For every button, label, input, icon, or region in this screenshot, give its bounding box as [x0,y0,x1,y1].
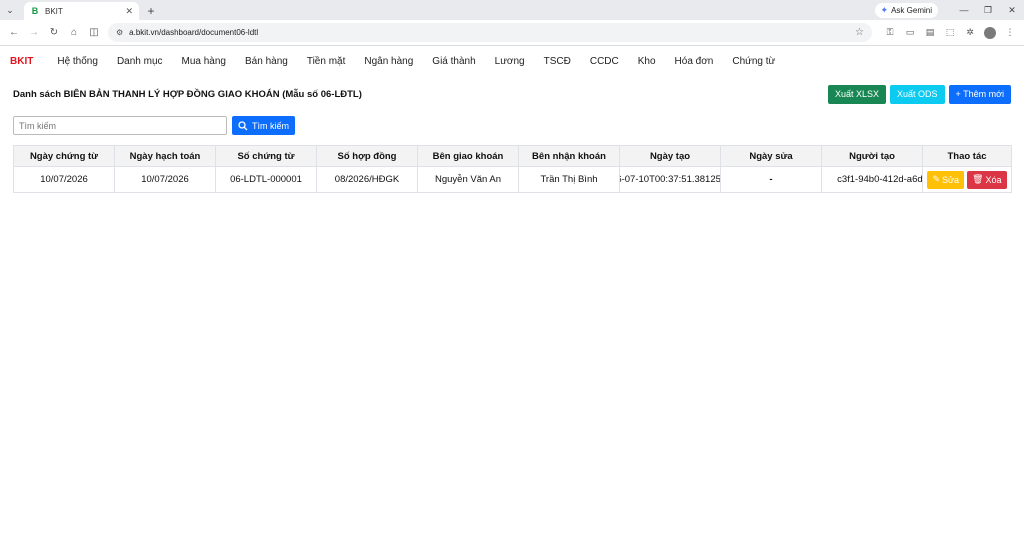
col-ngay-hach-toan[interactable]: Ngày hạch toán [114,145,216,167]
address-bar[interactable]: ⚙ a.bkit.vn/dashboard/document06-ldtl ☆ [108,23,872,42]
home-icon[interactable]: ⌂ [64,23,84,43]
col-ngay-sua[interactable]: Ngày sửa [720,145,822,167]
cell-so-chung-tu: 06-LDTL-000001 [215,166,317,193]
ask-gemini-button[interactable]: ✦ Ask Gemini [874,2,938,18]
table-row[interactable]: 10/07/2026 10/07/2026 06-LDTL-000001 08/… [13,166,1012,193]
export-xlsx-button[interactable]: Xuất XLSX [827,84,886,104]
nav-item-luong[interactable]: Lương [495,56,525,67]
browser-tabstrip: ⌄ B BKIT ✕ + ✦ Ask Gemini — ❐ ✕ [0,0,1024,20]
nav-item-chung-tu[interactable]: Chứng từ [732,56,775,67]
new-tab-icon[interactable]: + [142,2,160,20]
col-thao-tac: Thao tác [922,145,1012,167]
nav-item-he-thong[interactable]: Hệ thống [57,56,98,67]
search-button-label: Tìm kiếm [252,120,289,131]
url-text: a.bkit.vn/dashboard/document06-ldtl [129,28,259,37]
cell-ngay-sua: - [720,166,822,193]
site-info-icon[interactable]: ⚙ [116,28,123,37]
nav-item-kho[interactable]: Kho [638,56,656,67]
back-icon[interactable]: ← [4,23,24,43]
add-new-button[interactable]: + Thêm mới [948,84,1011,104]
card-icon[interactable]: ▭ [900,23,920,43]
trash-icon: 🗑 [972,174,984,184]
search-row: Tìm kiếm [0,116,1024,135]
cell-ngay-hach-toan: 10/07/2026 [114,166,216,193]
cell-ngay-chung-tu: 10/07/2026 [13,166,115,193]
col-so-hop-dong[interactable]: Số hợp đồng [316,145,418,167]
nav-item-hoa-don[interactable]: Hóa đơn [675,56,714,67]
menu-kebab-icon[interactable]: ⋮ [1000,23,1020,43]
col-ben-giao-khoan[interactable]: Bên giao khoán [417,145,519,167]
close-icon[interactable]: ✕ [125,6,133,17]
page-header: Danh sách BIÊN BẢN THANH LÝ HỢP ĐỒNG GIA… [0,84,1024,104]
export-ods-button[interactable]: Xuất ODS [889,84,945,104]
delete-button[interactable]: 🗑 Xóa [967,170,1007,189]
documents-table: Ngày chứng từ Ngày hạch toán Số chứng từ… [13,145,1012,193]
nav-item-tien-mat[interactable]: Tiền mặt [307,56,346,67]
cell-nguoi-tao: c3f1-94b0-412d-a6d7-0b1af [821,166,923,193]
pencil-icon: ✎ [932,174,941,184]
browser-toolbar: ← → ↻ ⌂ ◫ ⚙ a.bkit.vn/dashboard/document… [0,20,1024,46]
search-button[interactable]: Tìm kiếm [232,116,295,135]
split-view-icon[interactable]: ◫ [84,23,104,43]
page-title: Danh sách BIÊN BẢN THANH LÝ HỢP ĐỒNG GIA… [13,88,362,100]
cell-so-hop-dong: 08/2026/HĐGK [316,166,418,193]
search-icon [238,120,248,130]
nav-item-mua-hang[interactable]: Mua hàng [182,56,226,67]
nav-item-ban-hang[interactable]: Bán hàng [245,56,288,67]
col-ben-nhan-khoan[interactable]: Bên nhận khoán [518,145,620,167]
cell-thao-tac: ✎ Sửa 🗑 Xóa [922,166,1012,193]
col-ngay-tao[interactable]: Ngày tạo [619,145,721,167]
col-nguoi-tao[interactable]: Người tạo [821,145,923,167]
window-close-icon[interactable]: ✕ [1000,5,1024,16]
profile-avatar[interactable] [980,23,1000,43]
col-so-chung-tu[interactable]: Số chứng từ [215,145,317,167]
brand-logo[interactable]: BKIT [10,56,33,67]
nav-item-ngan-hang[interactable]: Ngân hàng [364,56,413,67]
nav-item-tscd[interactable]: TSCĐ [544,56,571,67]
ngay-tao-text: 2026-07-10T00:37:51.381252+07:00 [621,174,721,185]
col-ngay-chung-tu[interactable]: Ngày chứng từ [13,145,115,167]
password-key-icon[interactable]: ⚿ [880,23,900,43]
search-input[interactable] [13,116,227,135]
row-actions: ✎ Sửa 🗑 Xóa [924,170,1011,189]
nguoi-tao-text: c3f1-94b0-412d-a6d7-0b1af [837,174,923,185]
cell-ben-giao-khoan: Nguyễn Văn An [417,166,519,193]
nav-item-gia-thanh[interactable]: Giá thành [432,56,475,67]
tab-title: BKIT [45,6,63,16]
edit-button[interactable]: ✎ Sửa [927,170,965,189]
reading-mode-icon[interactable]: ▤ [920,23,940,43]
table-container: Ngày chứng từ Ngày hạch toán Số chứng từ… [0,145,1024,193]
forward-icon[interactable]: → [24,23,44,43]
table-header-row: Ngày chứng từ Ngày hạch toán Số chứng từ… [13,145,1012,167]
tab-search-icon[interactable]: ⌄ [0,0,20,20]
gemini-icon: ✦ [880,4,889,15]
delete-label: Xóa [985,174,1002,185]
cell-ben-nhan-khoan: Trần Thị Bình [518,166,620,193]
edit-label: Sửa [942,174,960,185]
extension-icon[interactable]: ⬚ [940,23,960,43]
reload-icon[interactable]: ↻ [44,23,64,43]
ask-gemini-label: Ask Gemini [891,5,932,15]
header-actions: Xuất XLSX Xuất ODS + Thêm mới [827,84,1011,104]
puzzle-icon[interactable]: ✲ [960,23,980,43]
nav-item-danh-muc[interactable]: Danh mục [117,56,163,67]
bookmark-star-icon[interactable]: ☆ [855,27,864,38]
restore-icon[interactable]: ❐ [976,5,1000,16]
favicon-icon: B [30,6,40,16]
nav-item-ccdc[interactable]: CCDC [590,56,619,67]
minimize-icon[interactable]: — [952,5,976,15]
browser-tab[interactable]: B BKIT ✕ [24,2,139,20]
cell-ngay-tao: 2026-07-10T00:37:51.381252+07:00 [619,166,721,193]
app-navbar: BKIT Hệ thống Danh mục Mua hàng Bán hàng… [0,46,1024,76]
